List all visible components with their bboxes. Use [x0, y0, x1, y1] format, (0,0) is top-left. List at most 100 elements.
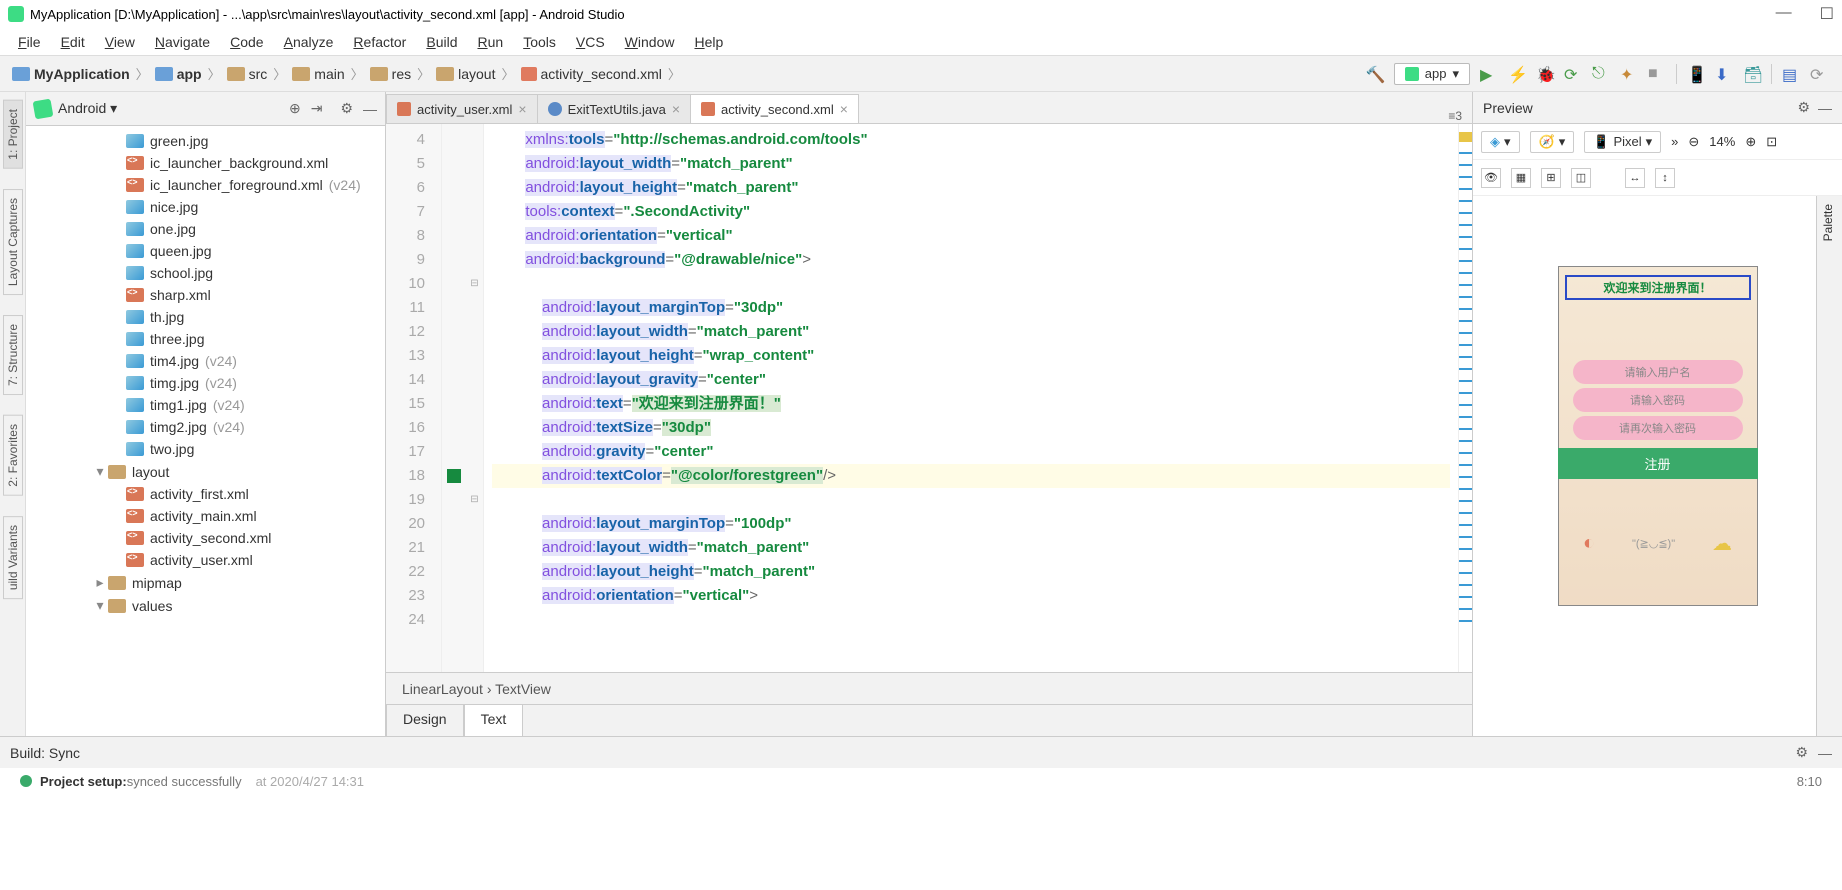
tree-item-two-jpg[interactable]: two.jpg	[26, 438, 385, 460]
editor-tab-ExitTextUtils-java[interactable]: ExitTextUtils.java ×	[537, 94, 691, 123]
breadcrumb-main[interactable]: main	[288, 66, 348, 82]
window-minimize-button[interactable]: —	[1776, 4, 1792, 24]
menu-build[interactable]: Build	[416, 34, 467, 50]
preview-settings-icon[interactable]: ⚙	[1797, 99, 1810, 116]
tree-item-tim4-jpg[interactable]: tim4.jpg(v24)	[26, 350, 385, 372]
run-icon[interactable]: ▶	[1480, 65, 1498, 83]
menu-window[interactable]: Window	[615, 34, 685, 50]
tree-item-timg1-jpg[interactable]: timg1.jpg(v24)	[26, 394, 385, 416]
preview-hide-icon[interactable]: —	[1818, 100, 1832, 116]
tab-text[interactable]: Text	[464, 705, 524, 736]
side-tab-2-favorites[interactable]: 2: Favorites	[3, 415, 23, 496]
close-tab-icon[interactable]: ×	[840, 101, 848, 117]
editor-breadcrumb[interactable]: LinearLayout › TextView	[386, 672, 1472, 704]
settings-icon[interactable]: ⚙	[340, 100, 353, 117]
tree-folder-mipmap[interactable]: ▸mipmap	[26, 571, 385, 594]
tree-item-timg2-jpg[interactable]: timg2.jpg(v24)	[26, 416, 385, 438]
build-icon[interactable]: 🔨	[1366, 65, 1384, 83]
orientation-selector[interactable]: 🧭▾	[1530, 131, 1575, 153]
project-view-selector[interactable]: Android ▾	[58, 100, 279, 117]
editor-tab-activity_user-xml[interactable]: activity_user.xml ×	[386, 94, 538, 123]
side-tab-1-project[interactable]: 1: Project	[3, 100, 23, 169]
tree-item-green-jpg[interactable]: green.jpg	[26, 130, 385, 152]
side-tab-layout-captures[interactable]: Layout Captures	[3, 189, 23, 295]
zoom-fit-icon[interactable]: ⊡	[1766, 134, 1777, 150]
sdk-manager-icon[interactable]: ⬇	[1715, 65, 1733, 83]
menu-help[interactable]: Help	[684, 34, 733, 50]
code-content[interactable]: xmlns:tools="http://schemas.android.com/…	[484, 124, 1458, 672]
tree-item-activity_user-xml[interactable]: activity_user.xml	[26, 549, 385, 571]
debug-icon[interactable]: 🐞	[1536, 65, 1554, 83]
tree-folder-values[interactable]: ▾values	[26, 594, 385, 617]
error-stripe[interactable]	[1458, 124, 1472, 672]
menu-edit[interactable]: Edit	[51, 34, 95, 50]
side-tab-uild-variants[interactable]: uild Variants	[3, 516, 23, 599]
toggle-eye-icon[interactable]: 👁	[1481, 168, 1501, 188]
stop-icon[interactable]: ■	[1648, 65, 1666, 83]
surface-selector[interactable]: ◈▾	[1481, 131, 1520, 153]
menu-code[interactable]: Code	[220, 34, 273, 50]
tree-item-sharp-xml[interactable]: sharp.xml	[26, 284, 385, 306]
more-options-icon[interactable]: »	[1671, 134, 1678, 149]
hide-panel-icon[interactable]: —	[363, 101, 377, 117]
zoom-out-icon[interactable]: ⊖	[1688, 134, 1699, 150]
tree-item-activity_second-xml[interactable]: activity_second.xml	[26, 527, 385, 549]
tree-item-ic_launcher_background-xml[interactable]: ic_launcher_background.xml	[26, 152, 385, 174]
breadcrumb-layout[interactable]: layout	[432, 66, 499, 82]
project-structure-icon[interactable]: ▤	[1782, 65, 1800, 83]
layout-grid-icon[interactable]: ▦	[1511, 168, 1531, 188]
menu-run[interactable]: Run	[467, 34, 513, 50]
tree-item-one-jpg[interactable]: one.jpg	[26, 218, 385, 240]
breadcrumb-MyApplication[interactable]: MyApplication	[8, 66, 134, 82]
tree-item-ic_launcher_foreground-xml[interactable]: ic_launcher_foreground.xml(v24)	[26, 174, 385, 196]
tree-item-nice-jpg[interactable]: nice.jpg	[26, 196, 385, 218]
layout-variants-icon[interactable]: ◫	[1571, 168, 1591, 188]
menu-refactor[interactable]: Refactor	[343, 34, 416, 50]
apply-changes-icon[interactable]: ⚡	[1508, 65, 1526, 83]
tree-item-school-jpg[interactable]: school.jpg	[26, 262, 385, 284]
menu-analyze[interactable]: Analyze	[274, 34, 344, 50]
preview-canvas[interactable]: 欢迎来到注册界面！ 请输入用户名 请输入密码 请再次输入密码 注册 ◐ "(≧◡…	[1473, 196, 1842, 736]
tab-options-icon[interactable]: ≡3	[1438, 109, 1472, 123]
palette-strip[interactable]: Palette	[1816, 196, 1842, 736]
tree-item-queen-jpg[interactable]: queen.jpg	[26, 240, 385, 262]
status-hide-icon[interactable]: —	[1818, 745, 1832, 761]
tree-item-th-jpg[interactable]: th.jpg	[26, 306, 385, 328]
project-tree[interactable]: green.jpgic_launcher_background.xmlic_la…	[26, 126, 385, 736]
build-status-bar[interactable]: Build: Sync ⚙ —	[0, 736, 1842, 768]
tree-folder-layout[interactable]: ▾layout	[26, 460, 385, 483]
breadcrumb-src[interactable]: src	[223, 66, 272, 82]
breadcrumb-app[interactable]: app	[151, 66, 206, 82]
profile-icon[interactable]: ⟳	[1564, 65, 1582, 83]
layout-bounds-icon[interactable]: ⊞	[1541, 168, 1561, 188]
menu-vcs[interactable]: VCS	[566, 34, 615, 50]
breadcrumb-res[interactable]: res	[366, 66, 415, 82]
tree-item-three-jpg[interactable]: three.jpg	[26, 328, 385, 350]
menu-tools[interactable]: Tools	[513, 34, 566, 50]
window-maximize-button[interactable]: ☐	[1820, 4, 1834, 24]
close-tab-icon[interactable]: ×	[672, 101, 680, 117]
resource-manager-icon[interactable]: 🗃	[1743, 65, 1761, 83]
run-config-selector[interactable]: app ▾	[1394, 63, 1470, 85]
tree-item-activity_main-xml[interactable]: activity_main.xml	[26, 505, 385, 527]
tree-item-timg-jpg[interactable]: timg.jpg(v24)	[26, 372, 385, 394]
collapse-all-icon[interactable]: ⇥	[311, 100, 323, 117]
pan-icon[interactable]: ↔	[1625, 168, 1645, 188]
sync-gradle-icon[interactable]: ⟳	[1810, 65, 1828, 83]
breadcrumb-activity_second-xml[interactable]: activity_second.xml	[517, 66, 666, 82]
tree-item-activity_first-xml[interactable]: activity_first.xml	[26, 483, 385, 505]
editor-tab-activity_second-xml[interactable]: activity_second.xml ×	[690, 94, 859, 123]
resize-icon[interactable]: ↕	[1655, 168, 1675, 188]
avd-manager-icon[interactable]: 📱	[1687, 65, 1705, 83]
menu-navigate[interactable]: Navigate	[145, 34, 220, 50]
status-settings-icon[interactable]: ⚙	[1795, 744, 1808, 761]
scroll-to-source-icon[interactable]: ⊕	[289, 100, 301, 117]
tab-design[interactable]: Design	[386, 705, 464, 736]
side-tab-7-structure[interactable]: 7: Structure	[3, 315, 23, 395]
code-editor[interactable]: 456789101112131415161718192021222324 ⊟⊟ …	[386, 124, 1472, 672]
coverage-icon[interactable]: ✦	[1620, 65, 1638, 83]
menu-view[interactable]: View	[95, 34, 145, 50]
zoom-in-icon[interactable]: ⊕	[1745, 134, 1756, 150]
close-tab-icon[interactable]: ×	[518, 101, 526, 117]
device-selector[interactable]: 📱 Pixel▾	[1584, 131, 1661, 153]
